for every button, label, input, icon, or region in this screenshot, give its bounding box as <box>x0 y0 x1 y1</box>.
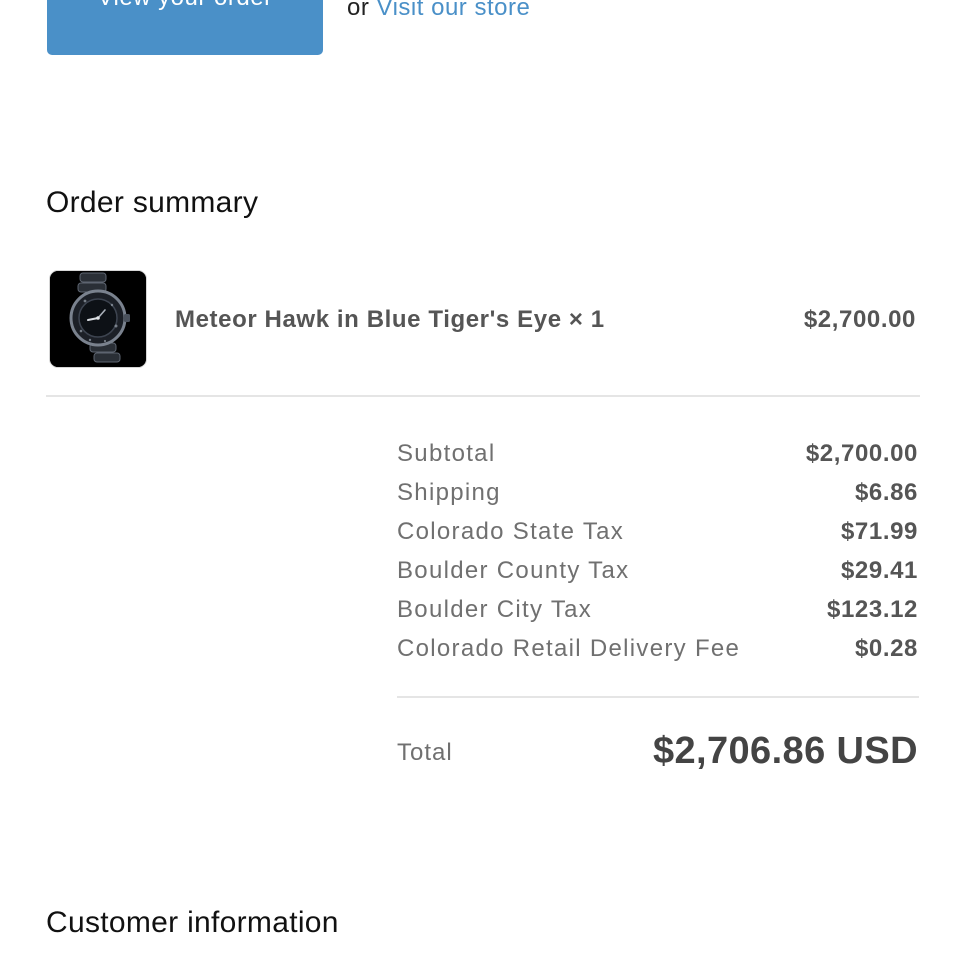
delivery-fee-row: Colorado Retail Delivery Fee $0.28 <box>397 629 918 668</box>
view-order-button-label: View your order <box>97 0 272 10</box>
line-value: $71.99 <box>840 517 918 545</box>
line-label: Boulder County Tax <box>397 556 630 584</box>
line-label: Colorado State Tax <box>397 517 625 545</box>
visit-store-link[interactable]: Visit our store <box>377 0 531 21</box>
total-value: $2,706.86 USD <box>652 730 918 772</box>
or-text: or <box>347 0 370 21</box>
line-value: $29.41 <box>840 556 918 584</box>
county-tax-row: Boulder County Tax $29.41 <box>397 551 918 590</box>
line-value: $2,700.00 <box>805 439 918 467</box>
order-confirmation-page: View your order or Visit our store Order… <box>0 0 968 968</box>
city-tax-row: Boulder City Tax $123.12 <box>397 590 918 629</box>
subtotal-row: Subtotal $2,700.00 <box>397 434 918 473</box>
line-label: Colorado Retail Delivery Fee <box>397 634 741 662</box>
product-name: Meteor Hawk in Blue Tiger's Eye × 1 <box>175 306 605 333</box>
line-value: $0.28 <box>854 634 918 662</box>
summary-divider <box>46 395 920 397</box>
product-price: $2,700.00 <box>803 306 916 333</box>
view-order-button[interactable]: View your order <box>47 0 323 55</box>
product-thumbnail <box>49 270 147 368</box>
total-label: Total <box>397 739 453 766</box>
line-label: Subtotal <box>397 439 496 467</box>
state-tax-row: Colorado State Tax $71.99 <box>397 512 918 551</box>
line-value: $123.12 <box>827 595 918 623</box>
order-summary-title: Order summary <box>46 186 259 219</box>
customer-information-title: Customer information <box>46 906 339 939</box>
line-label: Boulder City Tax <box>397 595 593 623</box>
line-label: Shipping <box>397 478 501 506</box>
alternate-action: or Visit our store <box>347 0 530 22</box>
shipping-row: Shipping $6.86 <box>397 473 918 512</box>
line-value: $6.86 <box>854 478 918 506</box>
watch-product-icon <box>50 271 146 367</box>
total-divider <box>397 696 919 698</box>
cost-breakdown: Subtotal $2,700.00 Shipping $6.86 Colora… <box>397 434 918 668</box>
